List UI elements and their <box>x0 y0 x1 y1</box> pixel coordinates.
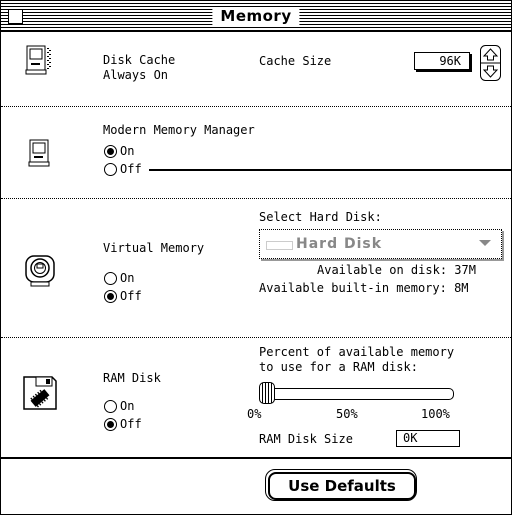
ram-disk-on-label: On <box>120 399 135 413</box>
available-builtin-memory-label: Available built-in memory: 8M <box>259 281 469 295</box>
disk-cache-label: Disk Cache <box>103 53 176 67</box>
virtual-memory-off-radio[interactable] <box>104 290 117 303</box>
modern-memory-on-label: On <box>120 144 135 158</box>
cache-size-label: Cache Size <box>259 54 332 68</box>
percent-memory-label-2: to use for a RAM disk: <box>259 360 418 374</box>
modern-memory-manager-label: Modern Memory Manager <box>103 123 255 137</box>
hard-disk-dropdown[interactable]: Hard Disk <box>259 229 502 259</box>
slider-max-label: 100% <box>421 407 450 421</box>
cache-size-field[interactable]: 96K <box>414 52 470 70</box>
ram-disk-size-label: RAM Disk Size <box>259 432 353 446</box>
separator <box>1 198 511 199</box>
ram-disk-label: RAM Disk <box>103 371 161 385</box>
available-on-disk-value: 37M <box>454 263 476 277</box>
selected-disk-name: Hard Disk <box>296 236 383 252</box>
virtual-memory-on-label: On <box>120 271 135 285</box>
percent-memory-label-1: Percent of available memory <box>259 345 455 359</box>
modern-memory-computer-icon <box>28 139 50 167</box>
ram-disk-slider[interactable] <box>259 382 459 404</box>
ram-disk-chip-icon <box>23 376 57 410</box>
close-box-icon[interactable] <box>8 9 23 24</box>
dropdown-arrow-icon <box>479 240 491 246</box>
ram-disk-size-field[interactable]: 0K <box>396 430 460 447</box>
available-builtin-memory-value: 8M <box>454 281 469 295</box>
modern-memory-off-label: Off <box>120 162 142 176</box>
modern-memory-on-radio[interactable] <box>104 145 117 158</box>
window-title: Memory <box>212 7 300 25</box>
virtual-memory-on-radio[interactable] <box>104 272 117 285</box>
slider-thumb[interactable] <box>259 382 275 404</box>
separator <box>1 337 511 338</box>
slider-mid-label: 50% <box>336 407 358 421</box>
ram-disk-on-radio[interactable] <box>104 400 117 413</box>
virtual-memory-disk-icon <box>25 255 55 287</box>
modern-memory-divider <box>149 169 511 171</box>
hard-disk-icon <box>266 241 293 250</box>
ram-disk-off-label: Off <box>120 417 142 431</box>
slider-min-label: 0% <box>247 407 262 421</box>
disk-cache-always-on: Always On <box>103 68 169 82</box>
cache-size-value: 96K <box>439 54 461 68</box>
modern-memory-off-radio[interactable] <box>104 163 117 176</box>
slider-track <box>263 388 454 400</box>
separator <box>1 106 511 107</box>
select-hard-disk-label: Select Hard Disk: <box>259 210 382 224</box>
virtual-memory-label: Virtual Memory <box>103 241 205 255</box>
footer-separator <box>1 457 511 459</box>
use-defaults-button[interactable]: Use Defaults <box>268 472 416 500</box>
title-bar[interactable]: Memory <box>1 1 511 32</box>
memory-window: Memory Disk Cache Always On Cache Size 9… <box>0 0 512 515</box>
virtual-memory-off-label: Off <box>120 289 142 303</box>
arrows-stepper-icon[interactable] <box>480 45 501 81</box>
ram-disk-off-radio[interactable] <box>104 418 117 431</box>
available-on-disk-label: Available on disk: 37M <box>317 263 476 277</box>
disk-cache-computer-icon <box>25 45 51 75</box>
ram-disk-size-value: 0K <box>403 431 418 445</box>
